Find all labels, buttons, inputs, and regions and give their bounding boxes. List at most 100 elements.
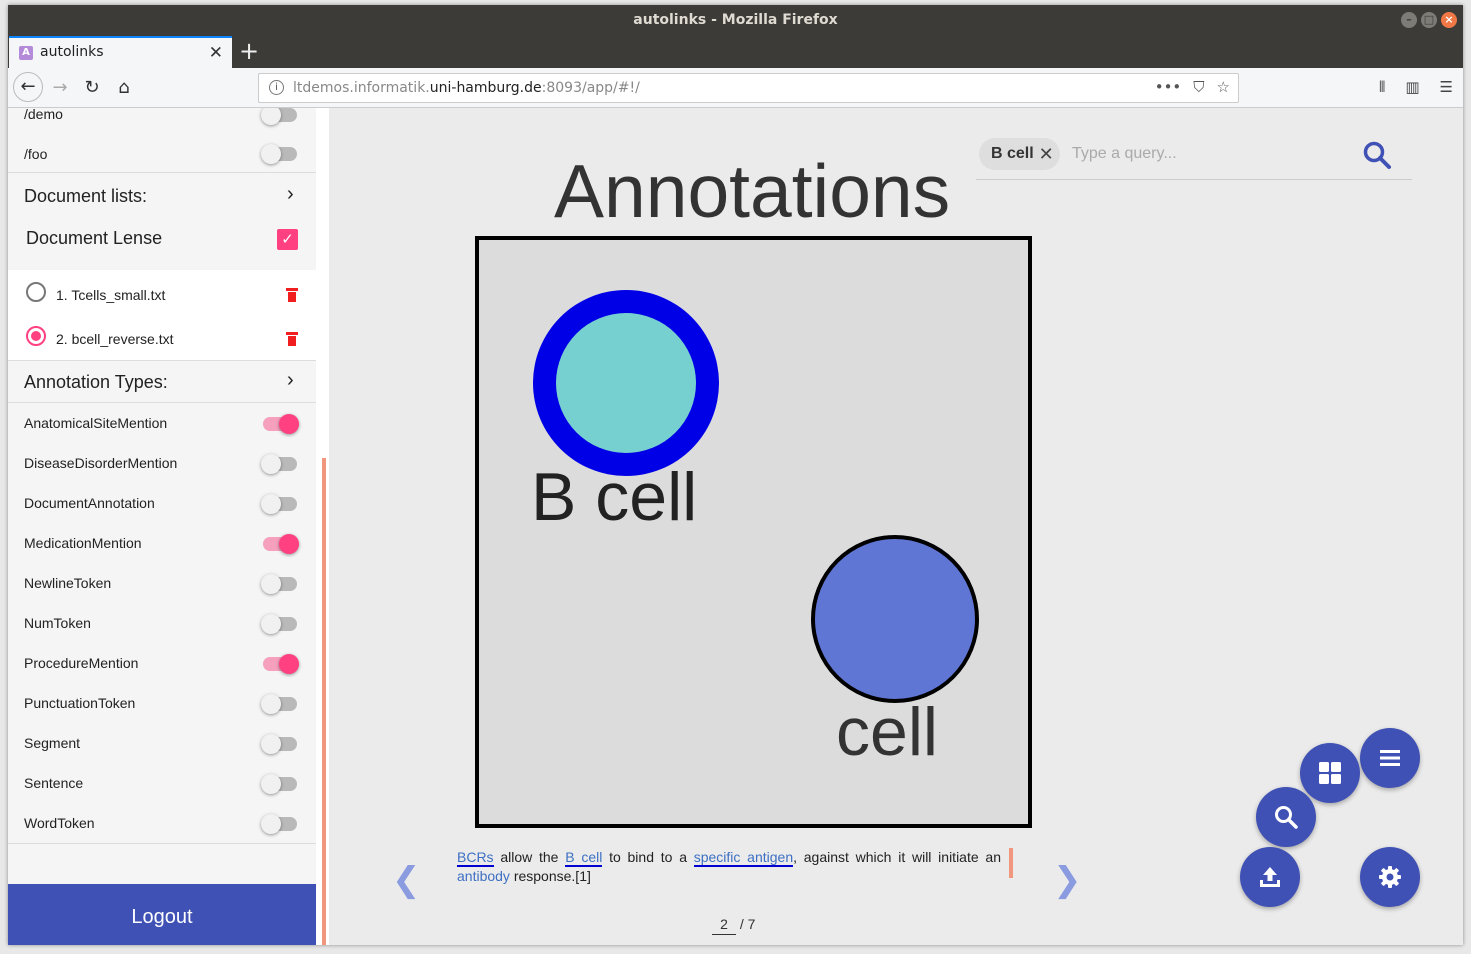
sidebar-item-label: /foo xyxy=(24,146,48,162)
tab-close-icon[interactable]: ✕ xyxy=(209,43,223,63)
annotation-type-row: NewlineToken xyxy=(8,574,316,598)
logout-button[interactable]: Logout xyxy=(8,884,316,945)
previous-page-arrow[interactable]: ❮ xyxy=(392,860,421,900)
document-label-1[interactable]: 1. Tcells_small.txt xyxy=(56,287,165,303)
document-label-2[interactable]: 2. bcell_reverse.txt xyxy=(56,331,174,347)
page-actions-icon[interactable]: ••• xyxy=(1155,78,1182,96)
delete-trash-icon[interactable] xyxy=(286,288,298,302)
home-button[interactable]: ⌂ xyxy=(110,74,138,102)
annotation-type-row: ProcedureMention xyxy=(8,654,316,678)
annotation-type-label: Segment xyxy=(24,735,81,751)
upload-fab[interactable] xyxy=(1240,847,1300,907)
pocket-icon[interactable]: ⛉ xyxy=(1193,78,1204,96)
annotation-type-row: DiseaseDisorderMention xyxy=(8,454,316,478)
document-radio-1[interactable] xyxy=(26,282,46,302)
delete-trash-icon[interactable] xyxy=(286,332,298,346)
annotation-graph[interactable]: B cell cell xyxy=(475,236,1032,828)
toggle-switch[interactable] xyxy=(261,108,297,125)
document-lense-row: Document Lense xyxy=(26,228,163,248)
sidebar: /demo /foo Document lists: › Document Le… xyxy=(8,108,316,945)
maximize-button[interactable]: □ xyxy=(1421,12,1437,28)
annotation-type-label: DocumentAnnotation xyxy=(24,495,155,511)
toggle-switch[interactable] xyxy=(261,574,297,594)
new-tab-button[interactable]: + xyxy=(239,37,259,65)
next-page-arrow[interactable]: ❯ xyxy=(1053,860,1082,900)
annotated-token[interactable]: B cell xyxy=(565,849,603,867)
graph-node-label: cell xyxy=(836,694,939,770)
info-icon[interactable]: i xyxy=(269,80,284,95)
graph-node-cell[interactable] xyxy=(811,535,979,703)
search-fab[interactable] xyxy=(1256,787,1316,847)
graph-node-label: B cell xyxy=(531,459,698,535)
toggle-switch[interactable] xyxy=(261,734,297,754)
toggle-switch[interactable] xyxy=(261,774,297,794)
annotation-type-label: AnatomicalSiteMention xyxy=(24,415,168,431)
browser-window: autolinks - Mozilla Firefox – □ × A auto… xyxy=(8,5,1463,945)
browser-tab[interactable]: A autolinks ✕ xyxy=(9,36,232,68)
sidebar-toggle-icon[interactable]: ▥ xyxy=(1405,78,1419,96)
annotation-type-row: Segment xyxy=(8,734,316,758)
back-button[interactable]: ← xyxy=(13,72,43,102)
library-icon[interactable]: ⫴ xyxy=(1379,78,1385,96)
annotation-type-row: PunctuationToken xyxy=(8,694,316,718)
toggle-switch[interactable] xyxy=(261,614,297,634)
annotated-token[interactable]: specific antigen xyxy=(693,849,794,867)
url-bar[interactable]: i ltdemos.informatik.uni-hamburg.de:8093… xyxy=(258,73,1239,103)
annotation-type-label: PunctuationToken xyxy=(24,695,136,711)
document-radio-2[interactable] xyxy=(26,326,46,346)
close-window-button[interactable]: × xyxy=(1441,12,1457,28)
bookmark-star-icon[interactable]: ☆ xyxy=(1217,78,1230,96)
document-lense-checkbox[interactable]: ✓ xyxy=(277,229,298,250)
sidebar-scrollbar[interactable] xyxy=(322,458,326,945)
favicon-icon: A xyxy=(19,46,33,60)
toggle-switch[interactable] xyxy=(263,414,299,434)
annotated-token[interactable]: antibody xyxy=(457,868,510,884)
chevron-right-icon[interactable]: › xyxy=(287,369,294,392)
settings-fab[interactable] xyxy=(1360,847,1420,907)
pager: 2 / 7 xyxy=(712,916,755,935)
toggle-switch[interactable] xyxy=(261,454,297,474)
sidebar-item-foo: /foo xyxy=(8,144,316,168)
annotation-types-header[interactable]: Annotation Types: › xyxy=(8,369,316,398)
url-text[interactable]: ltdemos.informatik.uni-hamburg.de:8093/a… xyxy=(293,80,640,96)
menu-icon[interactable]: ☰ xyxy=(1440,78,1453,96)
document-lists-header[interactable]: Document lists: › xyxy=(8,183,316,212)
minimize-button[interactable]: – xyxy=(1401,12,1417,28)
app-content: /demo /foo Document lists: › Document Le… xyxy=(8,108,1463,945)
reload-button[interactable]: ↻ xyxy=(78,74,106,102)
search-icon xyxy=(1275,806,1298,829)
sidebar-item-demo: /demo xyxy=(8,108,316,130)
annotation-type-label: MedicationMention xyxy=(24,535,142,551)
annotation-type-row: MedicationMention xyxy=(8,534,316,558)
toggle-switch[interactable] xyxy=(261,694,297,714)
close-icon[interactable]: ✕ xyxy=(1039,138,1054,170)
annotation-type-row: WordToken xyxy=(8,814,316,838)
chevron-right-icon[interactable]: › xyxy=(287,183,294,206)
text-scrollbar[interactable] xyxy=(1009,848,1013,878)
annotation-type-label: ProcedureMention xyxy=(24,655,139,671)
gear-icon xyxy=(1379,866,1401,888)
annotation-type-label: WordToken xyxy=(24,815,95,831)
search-icon[interactable] xyxy=(1362,140,1392,170)
toggle-switch[interactable] xyxy=(263,654,299,674)
tab-bar: A autolinks ✕ + xyxy=(8,36,1463,68)
menu-fab[interactable] xyxy=(1360,728,1420,788)
main-area: B cell ✕ Annotations B cell cell ❮ ❯ BCR… xyxy=(329,108,1463,945)
query-chip[interactable]: B cell ✕ xyxy=(979,138,1060,170)
search-input[interactable] xyxy=(1072,142,1352,166)
title-bar: autolinks - Mozilla Firefox – □ × xyxy=(8,5,1463,36)
toggle-switch[interactable] xyxy=(263,534,299,554)
page-number-input[interactable]: 2 xyxy=(712,916,736,935)
annotation-type-label: DiseaseDisorderMention xyxy=(24,455,178,471)
toggle-switch[interactable] xyxy=(261,144,297,164)
forward-button[interactable]: → xyxy=(46,74,74,102)
annotated-token[interactable]: BCRs xyxy=(457,849,494,867)
graph-node-b-cell[interactable] xyxy=(533,290,719,476)
toggle-switch[interactable] xyxy=(261,814,297,834)
dashboard-fab[interactable] xyxy=(1300,743,1360,803)
search-bar: B cell ✕ xyxy=(976,136,1412,180)
annotation-type-row: Sentence xyxy=(8,774,316,798)
annotation-type-label: Sentence xyxy=(24,775,84,791)
annotation-type-row: AnatomicalSiteMention xyxy=(8,414,316,438)
toggle-switch[interactable] xyxy=(261,494,297,514)
